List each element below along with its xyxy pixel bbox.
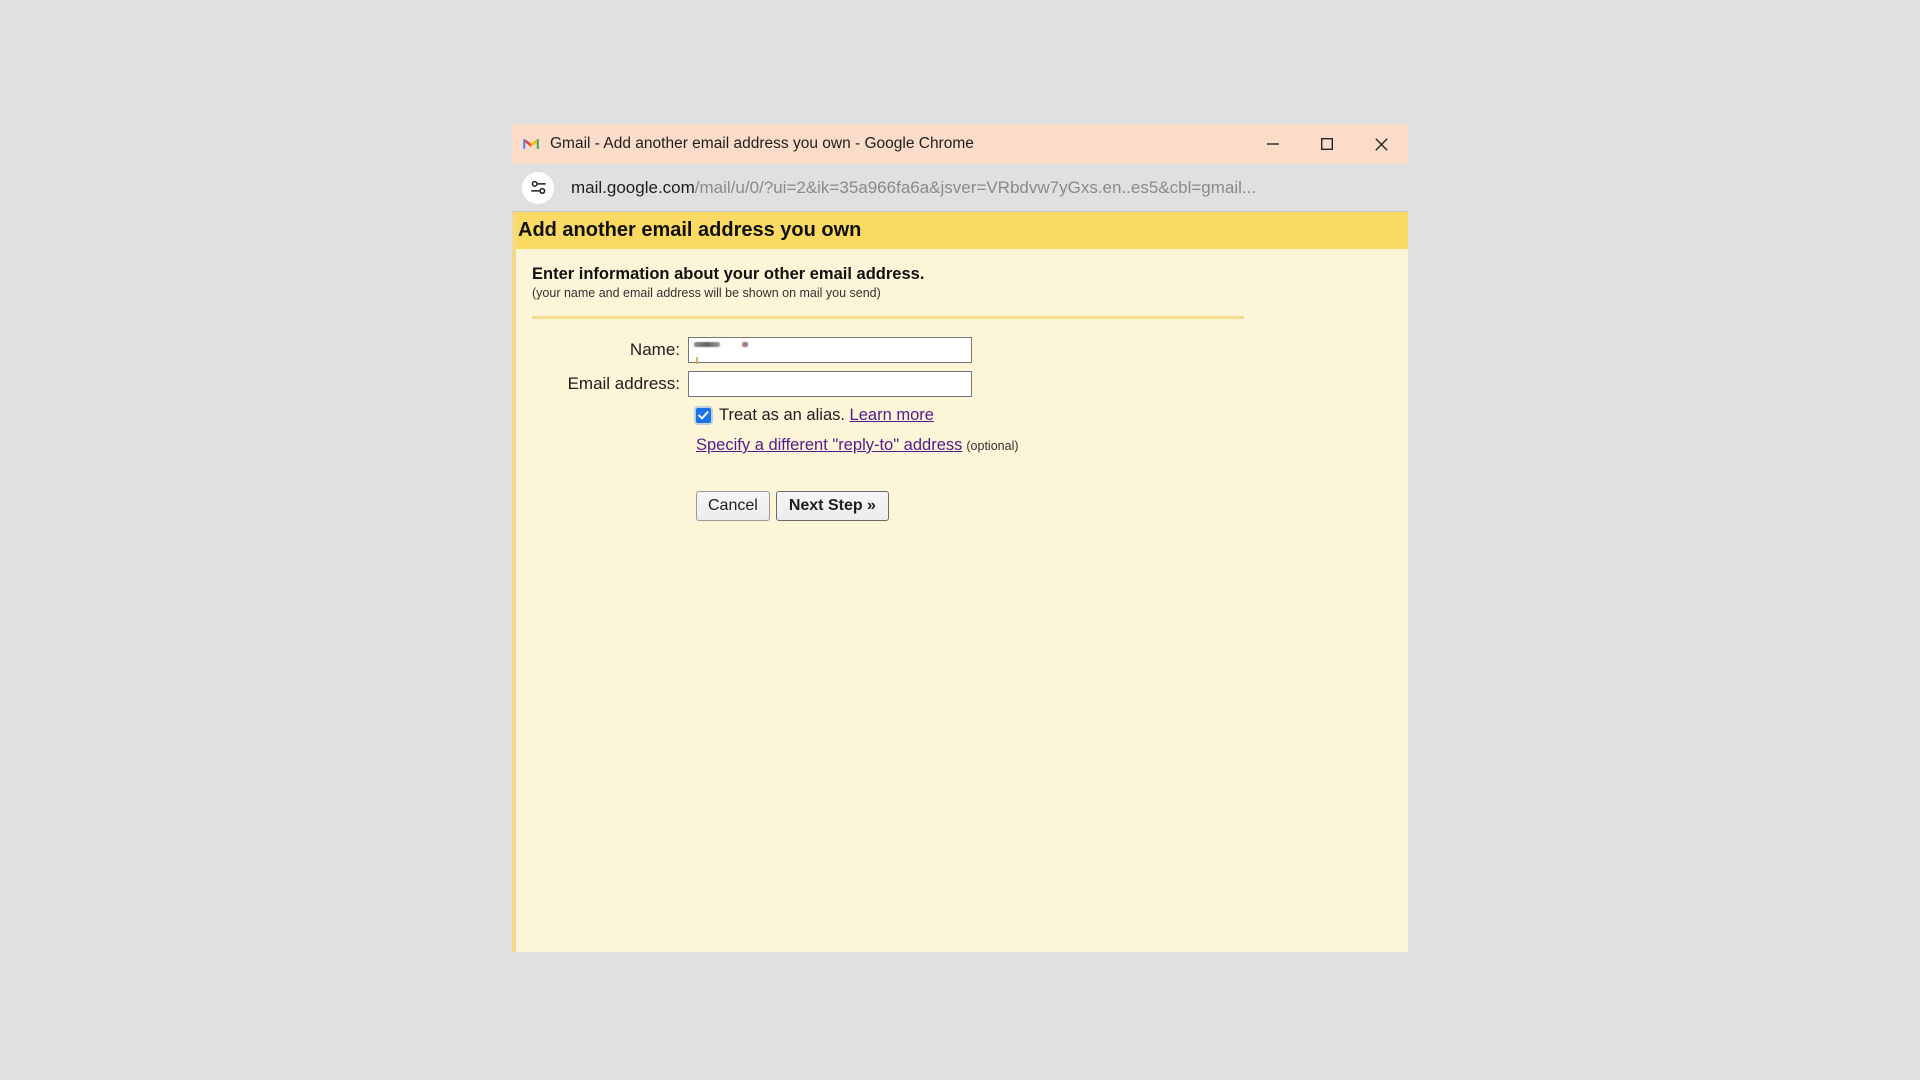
name-label: Name: xyxy=(629,340,680,359)
form-actions: Cancel Next Step » xyxy=(688,491,1408,521)
email-row: Email address: xyxy=(532,371,1408,397)
alias-label: Treat as an alias. xyxy=(719,406,845,424)
page-body: Enter information about your other email… xyxy=(516,249,1408,521)
cancel-button[interactable]: Cancel xyxy=(696,491,770,521)
page-title: Add another email address you own xyxy=(518,219,862,241)
close-button[interactable] xyxy=(1354,124,1408,164)
next-step-button[interactable]: Next Step » xyxy=(775,491,889,521)
specify-reply-to-link[interactable]: Specify a different "reply-to" address xyxy=(696,436,962,454)
window-controls xyxy=(1246,124,1408,164)
site-settings-tune-icon[interactable] xyxy=(522,171,554,204)
intro-subtext: (your name and email address will be sho… xyxy=(532,286,881,300)
email-address-form: Name: Email address: Treat as an alias. … xyxy=(532,337,1408,521)
intro-heading: Enter information about your other email… xyxy=(532,265,925,283)
replyto-optional-note: (optional) xyxy=(966,439,1019,453)
chrome-popup-window: Gmail - Add another email address you ow… xyxy=(512,124,1408,952)
treat-as-alias-checkbox[interactable] xyxy=(696,408,711,423)
minimize-button[interactable] xyxy=(1246,124,1300,164)
gmail-icon xyxy=(522,135,540,153)
window-titlebar[interactable]: Gmail - Add another email address you ow… xyxy=(512,124,1408,164)
replyto-row: Specify a different "reply-to" address (o… xyxy=(688,435,1408,457)
email-input[interactable] xyxy=(688,371,972,397)
name-input[interactable] xyxy=(688,337,972,363)
browser-toolbar: mail.google.com/mail/u/0/?ui=2&ik=35a966… xyxy=(512,164,1408,212)
url-path: /mail/u/0/?ui=2&ik=35a966fa6a&jsver=VRbd… xyxy=(694,177,1257,197)
alias-text-group: Treat as an alias. Learn more xyxy=(719,405,934,426)
learn-more-link[interactable]: Learn more xyxy=(850,406,934,424)
window-title: Gmail - Add another email address you ow… xyxy=(550,135,974,152)
email-label: Email address: xyxy=(567,374,680,393)
name-row: Name: xyxy=(532,337,1408,364)
section-divider xyxy=(532,316,1244,319)
page-content: Add another email address you own Enter … xyxy=(512,212,1408,952)
page-banner: Add another email address you own xyxy=(516,212,1408,249)
name-field-wrapper xyxy=(688,337,972,364)
alias-checkbox-row: Treat as an alias. Learn more xyxy=(688,405,1408,426)
maximize-button[interactable] xyxy=(1300,124,1354,164)
url-host: mail.google.com xyxy=(571,177,695,197)
address-bar-url[interactable]: mail.google.com/mail/u/0/?ui=2&ik=35a966… xyxy=(571,178,1408,198)
